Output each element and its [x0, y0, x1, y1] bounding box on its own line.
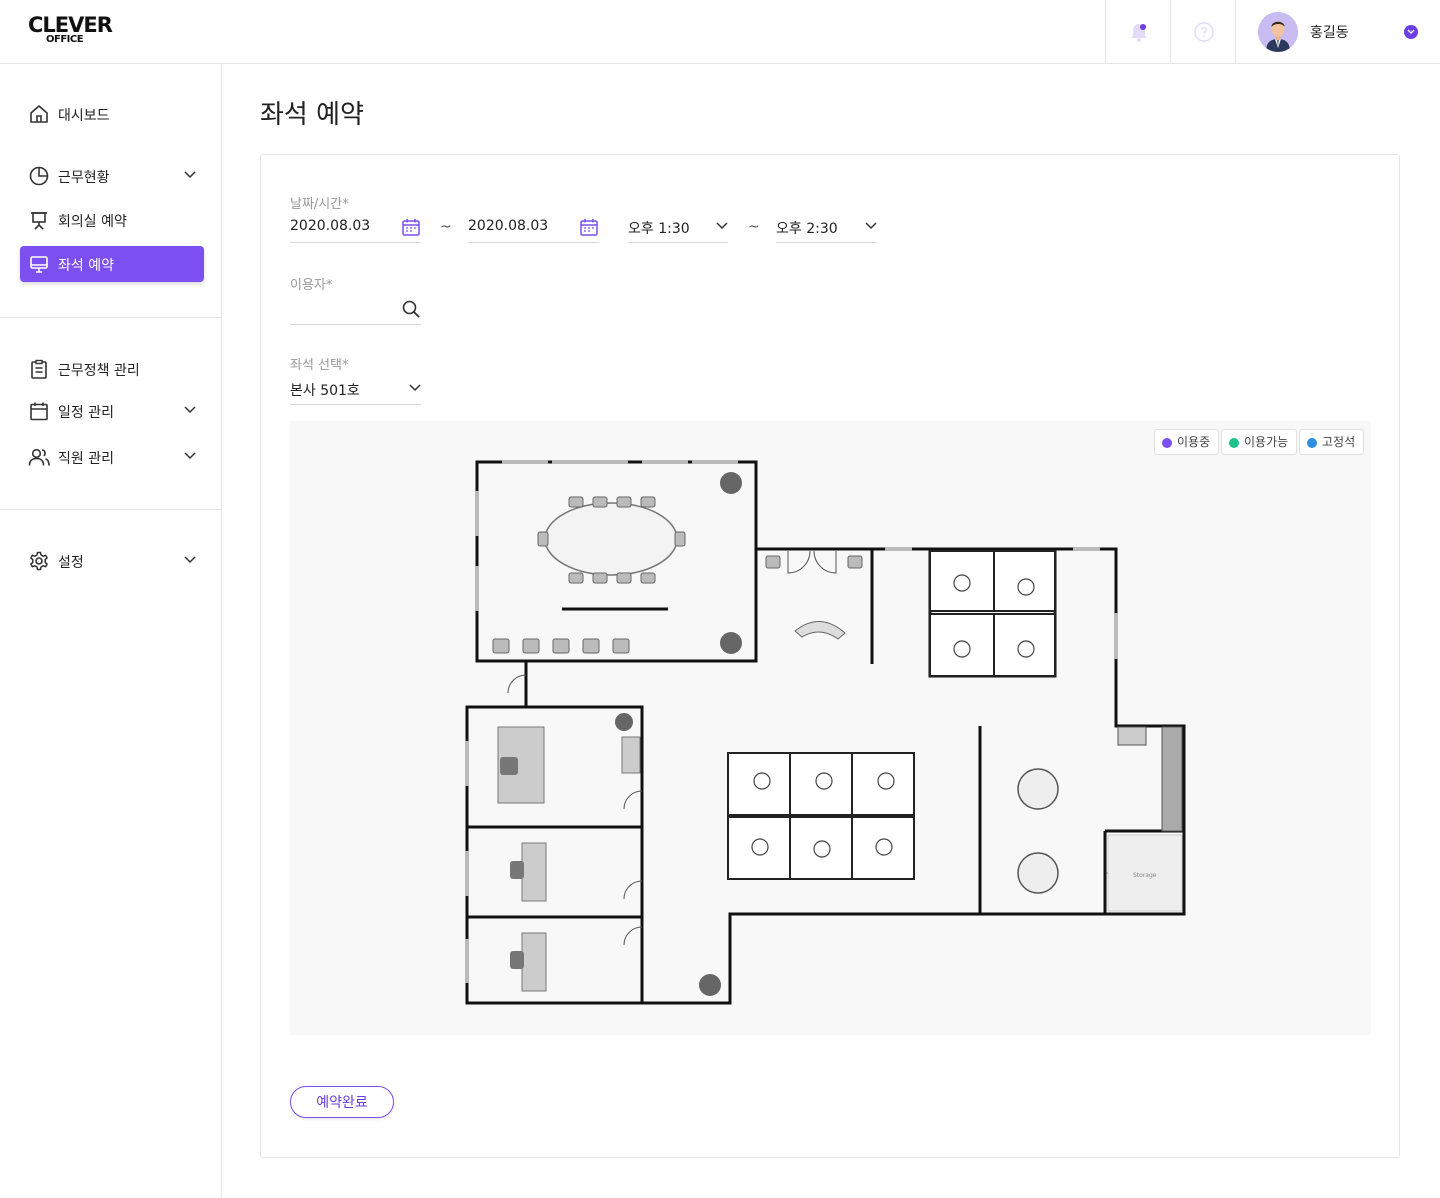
- reservation-card: 날짜/시간* 2020.08.03 ~ 2020.08.03 오후 1:30 ~…: [260, 154, 1400, 1158]
- end-date-field[interactable]: 2020.08.03: [468, 213, 599, 243]
- end-time-value: 오후 2:30: [776, 221, 838, 237]
- chevron-down-icon: [184, 171, 196, 179]
- help-button[interactable]: [1170, 0, 1235, 63]
- start-time-value: 오후 1:30: [628, 221, 690, 237]
- app-logo[interactable]: CLEVER OFFICE: [28, 13, 113, 50]
- user-label: 이용자*: [290, 278, 333, 293]
- sidebar: 대시보드 근무현황 회의실 예약 좌석 예약 근무정책 관리 일정 관리 직원 …: [0, 64, 222, 1198]
- page-title: 좌석 예약: [260, 100, 364, 130]
- chevron-down-icon: [184, 452, 196, 460]
- sidebar-divider: [0, 317, 221, 318]
- search-icon[interactable]: [401, 299, 421, 319]
- seat-value: 본사 501호: [290, 383, 360, 399]
- users-icon: [28, 448, 50, 466]
- sidebar-item-label: 일정 관리: [58, 405, 114, 421]
- user-name: 홍길동: [1310, 25, 1349, 41]
- reserve-complete-button[interactable]: 예약완료: [290, 1086, 394, 1118]
- calendar-icon: [30, 402, 48, 421]
- sidebar-item-work-policy[interactable]: 근무정책 관리: [20, 351, 204, 387]
- sidebar-item-label: 설정: [58, 555, 84, 571]
- sidebar-item-seat-reservation[interactable]: 좌석 예약: [20, 246, 204, 282]
- date-range-separator: ~: [440, 219, 452, 235]
- start-date-value: 2020.08.03: [290, 218, 371, 234]
- gear-icon: [30, 551, 48, 571]
- notification-button[interactable]: [1105, 0, 1170, 63]
- floor-plan-drawing: Storage: [465, 460, 1186, 1005]
- logo-subtext: OFFICE: [46, 34, 84, 45]
- end-time-select[interactable]: 오후 2:30: [776, 213, 877, 243]
- start-date-field[interactable]: 2020.08.03: [290, 213, 421, 243]
- chevron-down-icon: [184, 406, 196, 414]
- sidebar-item-label: 대시보드: [58, 108, 110, 124]
- chevron-down-icon[interactable]: [1404, 25, 1418, 39]
- presentation-icon: [31, 212, 47, 230]
- clipboard-icon: [31, 359, 47, 379]
- notification-badge: [1140, 24, 1146, 30]
- sidebar-item-label: 회의실 예약: [58, 214, 127, 230]
- sidebar-item-label: 근무정책 관리: [58, 363, 140, 379]
- user-menu[interactable]: 홍길동: [1235, 0, 1440, 63]
- floor-plan[interactable]: 이용중 이용가능 고정석 Storage: [290, 421, 1371, 1035]
- help-icon: [1194, 22, 1214, 42]
- sidebar-item-settings[interactable]: 설정: [20, 543, 204, 579]
- time-range-separator: ~: [748, 219, 760, 235]
- sidebar-item-schedule[interactable]: 일정 관리: [20, 393, 204, 429]
- calendar-icon[interactable]: [401, 217, 421, 237]
- avatar: [1258, 12, 1298, 52]
- seat-label: 좌석 선택*: [290, 358, 349, 373]
- sidebar-item-employees[interactable]: 직원 관리: [20, 439, 204, 475]
- bell-icon: [1131, 24, 1147, 42]
- home-icon: [30, 105, 48, 123]
- chevron-down-icon: [865, 222, 877, 230]
- sidebar-item-label: 좌석 예약: [58, 258, 114, 274]
- sidebar-item-meeting-room[interactable]: 회의실 예약: [20, 202, 204, 238]
- user-search-field[interactable]: [290, 295, 421, 325]
- datetime-label: 날짜/시간*: [290, 197, 349, 212]
- calendar-icon[interactable]: [579, 217, 599, 237]
- sidebar-item-dashboard[interactable]: 대시보드: [20, 96, 204, 132]
- chevron-down-icon: [716, 222, 728, 230]
- sidebar-item-label: 직원 관리: [58, 451, 114, 467]
- monitor-icon: [30, 256, 48, 273]
- chevron-down-icon: [409, 384, 421, 392]
- pie-chart-icon: [29, 166, 49, 186]
- seat-select[interactable]: 본사 501호: [290, 375, 421, 405]
- sidebar-item-label: 근무현황: [58, 170, 110, 186]
- end-date-value: 2020.08.03: [468, 218, 549, 234]
- storage-label: Storage: [1133, 872, 1157, 879]
- start-time-select[interactable]: 오후 1:30: [628, 213, 728, 243]
- sidebar-divider: [0, 509, 221, 510]
- chevron-down-icon: [184, 556, 196, 564]
- logo-text: CLEVER: [28, 13, 113, 37]
- sidebar-item-work-status[interactable]: 근무현황: [20, 158, 204, 194]
- top-header: CLEVER OFFICE 홍길동: [0, 0, 1440, 64]
